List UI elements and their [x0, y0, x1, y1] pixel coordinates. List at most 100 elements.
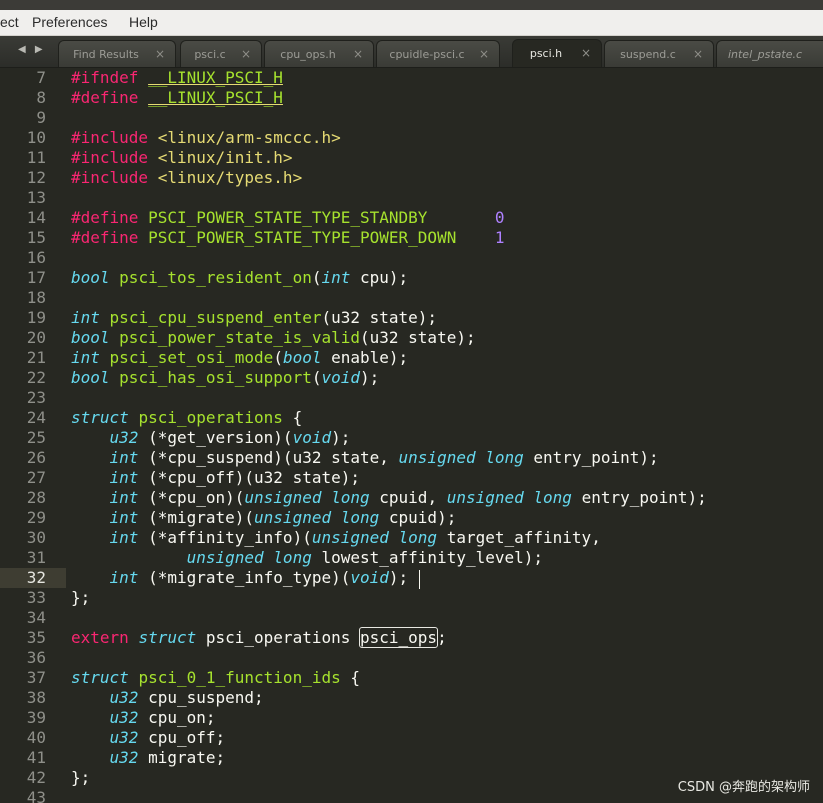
- code-text: u32 cpu_on;: [71, 708, 216, 728]
- tab-suspend-c[interactable]: suspend.c ×: [604, 40, 714, 67]
- code-token: <linux/init.h>: [157, 148, 293, 167]
- code-token: (: [273, 348, 283, 367]
- tab-nav-arrows-icon[interactable]: ◀ ▶: [18, 44, 46, 55]
- code-token: long: [340, 508, 380, 527]
- code-line[interactable]: 18: [0, 288, 823, 308]
- code-token: int: [109, 508, 139, 527]
- code-line[interactable]: 30 int (*affinity_info)(unsigned long ta…: [0, 528, 823, 548]
- code-line[interactable]: 19 int psci_cpu_suspend_enter(u32 state);: [0, 308, 823, 328]
- code-line[interactable]: 32 int (*migrate_info_type)(void);: [0, 568, 823, 588]
- code-token: psci_has_osi_support: [119, 368, 312, 387]
- tab-close-icon[interactable]: ×: [353, 47, 363, 61]
- code-token: <linux/types.h>: [157, 168, 303, 187]
- tab-intel-pstate-c[interactable]: intel_pstate.c: [716, 40, 823, 67]
- code-token: int: [109, 448, 139, 467]
- code-line[interactable]: 36: [0, 648, 823, 668]
- code-line[interactable]: 39 u32 cpu_on;: [0, 708, 823, 728]
- code-token: psci_ops: [358, 627, 439, 648]
- code-token: (*migrate_info_type)(: [138, 568, 351, 587]
- code-text: #define PSCI_POWER_STATE_TYPE_STANDBY 0: [71, 208, 505, 228]
- tab-label: psci.c: [194, 48, 226, 61]
- code-line[interactable]: 7 #ifndef __LINUX_PSCI_H: [0, 68, 823, 88]
- code-line[interactable]: 20 bool psci_power_state_is_valid(u32 sta…: [0, 328, 823, 348]
- code-line[interactable]: 8 #define __LINUX_PSCI_H: [0, 88, 823, 108]
- code-token: __LINUX_PSCI_H: [148, 68, 283, 87]
- code-token: cpu_on;: [138, 708, 216, 727]
- code-line[interactable]: 37 struct psci_0_1_function_ids {: [0, 668, 823, 688]
- menu-project[interactable]: ect: [0, 14, 19, 30]
- tab-close-icon[interactable]: ×: [693, 47, 703, 61]
- tab-psci-h[interactable]: psci.h ×: [512, 39, 602, 67]
- menu-preferences[interactable]: Preferences: [32, 14, 107, 30]
- code-token: #define: [71, 228, 139, 247]
- code-line[interactable]: 27 int (*cpu_off)(u32 state);: [0, 468, 823, 488]
- code-token: (*cpu_off)(u32 state);: [138, 468, 360, 487]
- code-token: struct: [71, 668, 129, 687]
- tab-label: cpu_ops.h: [280, 48, 336, 61]
- menu-help[interactable]: Help: [129, 14, 158, 30]
- code-line[interactable]: 22 bool psci_has_osi_support(void);: [0, 368, 823, 388]
- code-token: struct: [71, 408, 129, 427]
- code-line[interactable]: 40 u32 cpu_off;: [0, 728, 823, 748]
- code-token: psci_operations: [138, 408, 283, 427]
- watermark: CSDN @奔跑的架构师: [677, 780, 810, 795]
- code-token: #ifndef: [71, 68, 139, 87]
- code-line[interactable]: 16: [0, 248, 823, 268]
- code-line[interactable]: 28 int (*cpu_on)(unsigned long cpuid, un…: [0, 488, 823, 508]
- tab-close-icon[interactable]: ×: [155, 47, 165, 61]
- code-token: (*cpu_on)(: [138, 488, 245, 507]
- code-token: long: [331, 488, 370, 507]
- code-line[interactable]: 13: [0, 188, 823, 208]
- tab-close-icon[interactable]: ×: [581, 46, 591, 60]
- code-line[interactable]: 35 extern struct psci_operations psci_ops…: [0, 627, 823, 648]
- tab-close-icon[interactable]: ×: [479, 47, 489, 61]
- code-token: PSCI_POWER_STATE_TYPE_POWER_DOWN: [148, 228, 457, 247]
- code-line[interactable]: 21 int psci_set_osi_mode(bool enable);: [0, 348, 823, 368]
- line-number: 24: [26, 408, 46, 427]
- line-number: 20: [26, 328, 46, 347]
- tab-cpuidle-psci-c[interactable]: cpuidle-psci.c ×: [376, 40, 500, 67]
- code-token: bool: [71, 368, 110, 387]
- tab-find-results[interactable]: Find Results ×: [58, 40, 176, 67]
- code-line[interactable]: 9: [0, 108, 823, 128]
- line-number: 33: [26, 588, 46, 607]
- code-line[interactable]: 23: [0, 388, 823, 408]
- code-line[interactable]: 31 unsigned long lowest_affinity_level);: [0, 548, 823, 568]
- code-token: cpu);: [350, 268, 409, 287]
- code-editor[interactable]: 7 #ifndef __LINUX_PSCI_H 8 #define __LINUX_…: [0, 68, 823, 803]
- code-line[interactable]: 14 #define PSCI_POWER_STATE_TYPE_STANDBY …: [0, 208, 823, 228]
- tab-psci-c[interactable]: psci.c ×: [180, 40, 262, 67]
- code-token: migrate;: [138, 748, 226, 767]
- line-number: 32: [26, 568, 46, 587]
- code-token: psci_cpu_suspend_enter: [109, 308, 322, 327]
- code-line[interactable]: 33};: [0, 588, 823, 608]
- code-line[interactable]: 10 #include <linux/arm-smccc.h>: [0, 128, 823, 148]
- tab-close-icon[interactable]: ×: [241, 47, 251, 61]
- code-line[interactable]: 38 u32 cpu_suspend;: [0, 688, 823, 708]
- code-text: #define PSCI_POWER_STATE_TYPE_POWER_DOWN…: [71, 228, 505, 248]
- code-token: int: [109, 488, 139, 507]
- code-line[interactable]: 26 int (*cpu_suspend)(u32 state, unsigne…: [0, 448, 823, 468]
- code-line[interactable]: 15 #define PSCI_POWER_STATE_TYPE_POWER_DO…: [0, 228, 823, 248]
- code-token: ;: [437, 628, 447, 647]
- code-token: psci_operations: [196, 628, 360, 647]
- code-text: int (*cpu_off)(u32 state);: [71, 468, 360, 488]
- code-token: void: [321, 368, 360, 387]
- code-line[interactable]: 17 bool psci_tos_resident_on(int cpu);: [0, 268, 823, 288]
- tab-cpu-ops-h[interactable]: cpu_ops.h ×: [264, 40, 374, 67]
- code-line[interactable]: 11 #include <linux/init.h>: [0, 148, 823, 168]
- code-line[interactable]: 34: [0, 608, 823, 628]
- code-line[interactable]: 24 struct psci_operations {: [0, 408, 823, 428]
- code-line[interactable]: 29 int (*migrate)(unsigned long cpuid);: [0, 508, 823, 528]
- code-line[interactable]: 25 u32 (*get_version)(void);: [0, 428, 823, 448]
- code-token: bool: [71, 328, 110, 347]
- code-line[interactable]: 12 #include <linux/types.h>: [0, 168, 823, 188]
- code-line[interactable]: 41 u32 migrate;: [0, 748, 823, 768]
- code-text: int (*cpu_suspend)(u32 state, unsigned l…: [71, 448, 659, 468]
